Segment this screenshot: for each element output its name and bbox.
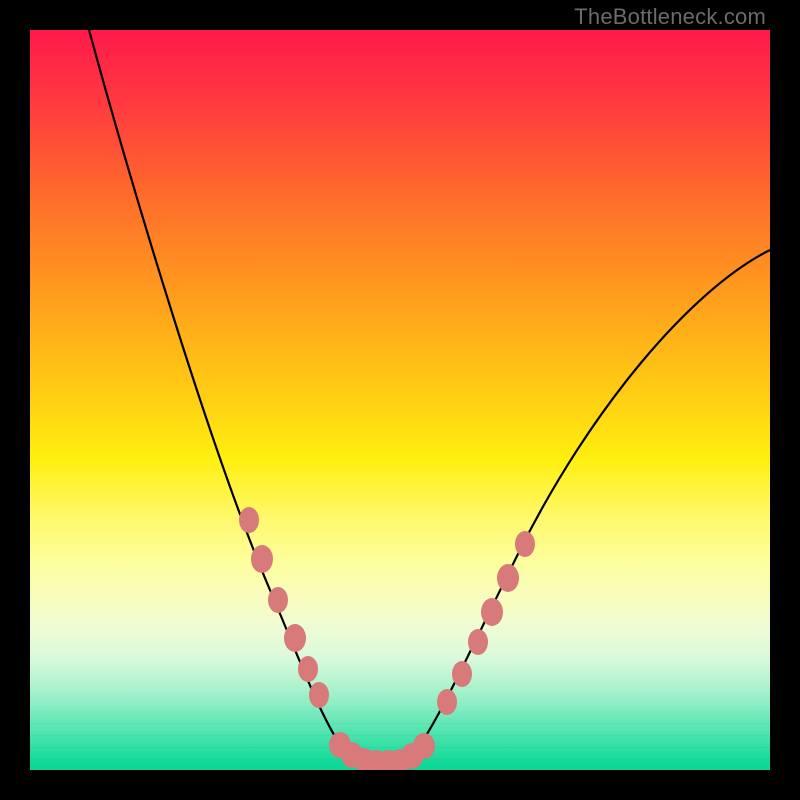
chart-frame: TheBottleneck.com: [0, 0, 800, 800]
marker-dot: [481, 598, 503, 626]
marker-dot: [268, 587, 288, 613]
bottleneck-curve: [89, 30, 770, 767]
marker-dot: [497, 564, 519, 592]
watermark-text: TheBottleneck.com: [574, 4, 766, 30]
marker-dot: [251, 545, 273, 573]
marker-dot: [239, 507, 259, 533]
plot-area: [30, 30, 770, 770]
marker-dot: [468, 629, 488, 655]
marker-dot: [284, 624, 306, 652]
green-horizontal-lines: [30, 660, 770, 770]
marker-dot: [515, 531, 535, 557]
curve-svg: [30, 30, 770, 770]
